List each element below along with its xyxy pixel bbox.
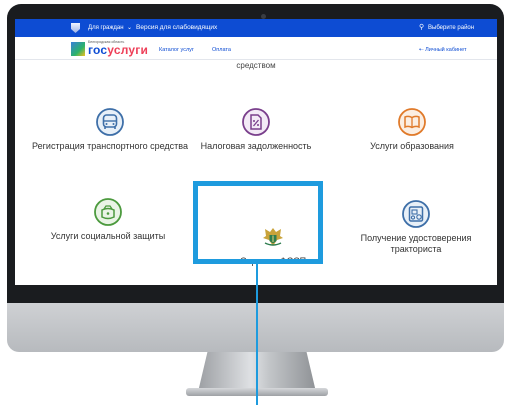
pointer-line: [256, 264, 258, 405]
tile-label: Услуги социальной защиты: [50, 231, 166, 241]
gosuslugi-logo[interactable]: госуслуги: [88, 44, 148, 56]
nav-payment[interactable]: Оплата: [212, 47, 231, 53]
tile-vehicle-registration[interactable]: Регистрация транспортного средства: [30, 107, 190, 152]
tile-education[interactable]: Услуги образования: [332, 107, 492, 152]
tile-tax-debt[interactable]: Налоговая задолженность: [176, 107, 336, 152]
highlight-frame: [193, 181, 323, 264]
tractor-license-icon: [402, 200, 430, 228]
car-icon: [96, 108, 124, 136]
top-bar: Для граждан ⌄ Версия для слабовидящих ⚲ …: [15, 19, 497, 37]
logo-part2: услуги: [107, 43, 149, 57]
site-header: Белгородская область госуслуги Каталог у…: [15, 37, 497, 60]
tax-document-icon: [242, 108, 270, 136]
coat-of-arms-icon: [71, 23, 80, 33]
tile-label: Услуги образования: [370, 141, 454, 151]
accessibility-link[interactable]: Версия для слабовидящих: [136, 24, 217, 31]
choose-region-link[interactable]: Выберите район: [428, 25, 474, 31]
tile-label: Налоговая задолженность: [200, 141, 312, 151]
nav-catalog[interactable]: Каталог услуг: [159, 47, 194, 53]
chevron-down-icon[interactable]: ⌄: [127, 24, 132, 31]
personal-account-label: Личный кабинет: [425, 47, 467, 53]
logo-part1: гос: [88, 43, 108, 57]
for-citizens-link[interactable]: Для граждан: [88, 25, 124, 31]
wallet-icon: [94, 198, 122, 226]
gosuslugi-logo-icon[interactable]: [71, 42, 85, 56]
map-pin-icon: ⚲: [419, 24, 425, 31]
previous-tile-label: средством: [236, 61, 276, 70]
tile-social-protection[interactable]: Услуги социальной защиты: [28, 197, 188, 242]
tile-label: Регистрация транспортного средства: [32, 141, 188, 151]
tile-label: Получение удостоверения тракториста: [360, 233, 472, 254]
personal-account-link[interactable]: ⇠ Личный кабинет: [419, 47, 467, 53]
book-icon: [398, 108, 426, 136]
tile-tractor-license[interactable]: Получение удостоверения тракториста: [336, 199, 496, 254]
